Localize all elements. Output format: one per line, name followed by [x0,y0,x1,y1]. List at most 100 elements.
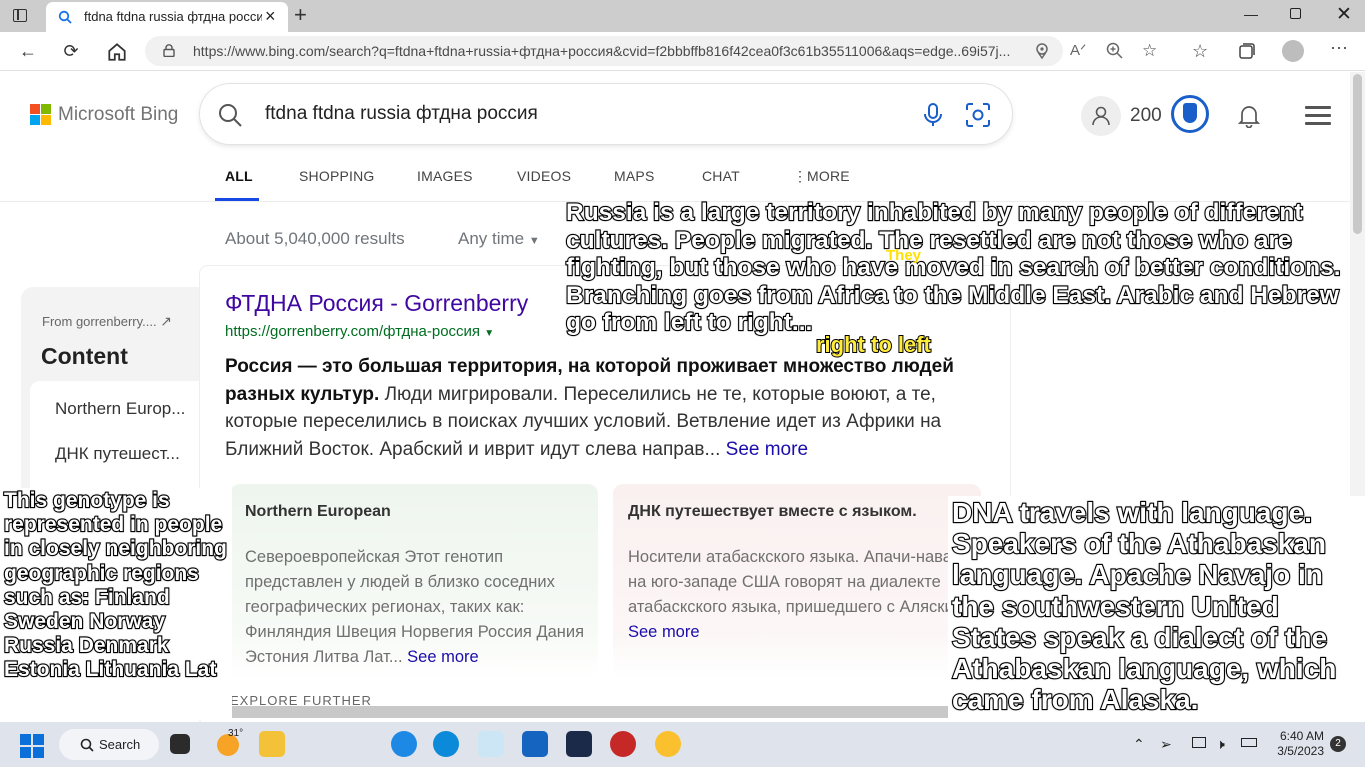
home-icon[interactable] [106,41,128,63]
browser-toolbar: ← ⟳ https://www.bing.com/search?q=ftdna+… [0,32,1365,71]
search-icon [80,738,94,752]
horizontal-scrollbar[interactable] [230,706,950,718]
app-icon[interactable] [610,731,636,757]
caption-translation-right: DNA travels with language. Speakers of t… [948,496,1365,722]
result-snippet: Россия — это большая территория, на кото… [225,353,995,463]
weather-temp: 31° [228,728,244,739]
close-tab-icon[interactable]: × [265,7,276,25]
more-dots-icon[interactable]: ⋮ [793,168,807,185]
subcard-body: Носители атабаскского языка. Апачи-навах… [628,545,973,645]
chrome-icon[interactable] [655,731,681,757]
more-options-icon[interactable]: ··· [1330,37,1350,57]
notification-badge[interactable]: 2 [1330,736,1346,752]
result-url[interactable]: https://gorrenberry.com/фтдна-россия ▼ [225,323,494,340]
user-icon [1092,106,1110,126]
content-panel: From gorrenberry.... ↗ Content Northern … [21,287,201,497]
restore-icon[interactable] [1290,8,1301,19]
subcard-dna-language[interactable]: ДНК путешествует вместе с языком. Носите… [613,484,981,679]
collections-icon[interactable] [1237,41,1257,61]
lock-icon [163,44,175,57]
back-icon[interactable]: ← [17,40,39,62]
taskbar-search-label: Search [99,737,141,752]
tab-actions-icon[interactable] [10,7,30,25]
search-box[interactable]: ftdna ftdna russia фтдна россия [200,84,1012,144]
time-filter-label: Any time [458,229,525,248]
see-more-link[interactable]: See more [628,623,700,641]
display-icon[interactable] [1192,737,1206,748]
tab-chat[interactable]: CHAT [702,168,740,184]
chevron-up-icon[interactable]: ⌃ [1133,736,1145,753]
task-view-icon[interactable] [170,734,190,754]
panel-source-label: From gorrenberry.... [42,314,157,329]
see-more-link[interactable]: See more [726,439,808,460]
search-icon [58,10,72,24]
zoom-icon[interactable] [1105,41,1125,61]
tab-all[interactable]: ALL [225,168,253,184]
result-title-link[interactable]: ФТДНА Россия - Gorrenberry [225,290,528,317]
panel-item-dna-travels[interactable]: ДНК путешест... [55,444,195,464]
app-icon[interactable] [391,731,417,757]
battery-icon[interactable] [1241,738,1257,747]
subcard-body: Североевропейская Этот генотип представл… [245,545,590,670]
subcard-northern-european[interactable]: Northern European Североевропейская Этот… [230,484,598,679]
file-explorer-icon[interactable] [259,731,285,757]
external-link-icon: ↗ [160,313,172,329]
tab-more[interactable]: MORE [807,168,850,184]
subcard-heading: ДНК путешествует вместе с языком. [628,503,917,520]
search-icon[interactable] [217,102,243,128]
new-tab-icon[interactable]: + [294,4,307,26]
subcard-heading: Northern European [245,503,391,520]
read-aloud-icon[interactable]: Aᐟ [1070,41,1090,61]
active-tab-indicator [215,198,259,201]
taskbar-clock[interactable]: 6:40 AM 3/5/2023 [1270,729,1324,759]
favorites-icon[interactable]: ☆ [1192,41,1212,61]
account-avatar[interactable] [1081,96,1121,136]
app-icon[interactable] [478,731,504,757]
browser-tab[interactable]: ftdna ftdna russia фтдна россия × [46,2,288,32]
panel-item-northern-european[interactable]: Northern Europ... [55,399,195,419]
speaker-muted-icon[interactable]: 🕨 [1216,736,1225,753]
app-icon[interactable] [566,731,592,757]
bing-logo-text[interactable]: Microsoft Bing [58,104,178,126]
search-vertical-tabs: ALL SHOPPING IMAGES VIDEOS MAPS CHAT ⋮ M… [0,160,1350,202]
notifications-bell-icon[interactable] [1238,104,1260,128]
clock-date: 3/5/2023 [1277,744,1324,758]
tab-shopping[interactable]: SHOPPING [299,168,375,184]
scrollbar-thumb[interactable] [1353,74,1362,234]
visual-search-icon[interactable] [964,101,992,129]
caption-they: They [886,247,922,264]
add-favorite-icon[interactable]: ☆ [1142,41,1162,61]
chevron-down-icon: ▼ [528,235,540,247]
menu-icon[interactable] [1305,106,1331,125]
location-icon[interactable] [1032,41,1052,61]
rewards-medal-icon[interactable] [1171,95,1209,133]
caption-translation-left: This genotype is represented in people i… [0,488,232,720]
close-window-icon[interactable]: ✕ [1336,3,1352,26]
notes-icon[interactable] [522,731,548,757]
caret-down-icon[interactable]: ▼ [484,328,494,339]
panel-list: Northern Europ... ДНК путешест... [30,381,201,497]
profile-avatar[interactable] [1282,40,1304,62]
caption-translation-top: Russia is a large territory inhabited by… [565,198,1342,337]
refresh-icon[interactable]: ⟳ [60,40,82,62]
microphone-icon[interactable] [922,103,944,127]
time-filter[interactable]: Any time ▼ [458,229,540,249]
taskbar-search[interactable]: Search [59,729,159,760]
send-icon[interactable]: ➢ [1160,736,1172,753]
tab-images[interactable]: IMAGES [417,168,473,184]
panel-source[interactable]: From gorrenberry.... ↗ [42,313,172,330]
minimize-icon[interactable]: — [1244,6,1258,22]
tab-videos[interactable]: VIDEOS [517,168,571,184]
tab-maps[interactable]: MAPS [614,168,654,184]
results-count: About 5,040,000 results [225,229,405,248]
panel-title: Content [41,343,128,369]
url-text: https://www.bing.com/search?q=ftdna+ftdn… [193,43,1011,59]
windows-start-icon[interactable] [20,734,44,758]
address-bar[interactable]: https://www.bing.com/search?q=ftdna+ftdn… [145,36,1063,66]
see-more-link[interactable]: See more [407,648,479,666]
search-input[interactable]: ftdna ftdna russia фтдна россия [265,103,538,125]
edge-icon[interactable] [433,731,459,757]
rewards-points[interactable]: 200 [1130,105,1162,127]
subcard-text: Носители атабаскского языка. Апачи-навах… [628,548,970,616]
windows-taskbar: Search 31° ⌃ ➢ 🕨 6:40 AM 3/5/2023 2 [0,722,1365,767]
